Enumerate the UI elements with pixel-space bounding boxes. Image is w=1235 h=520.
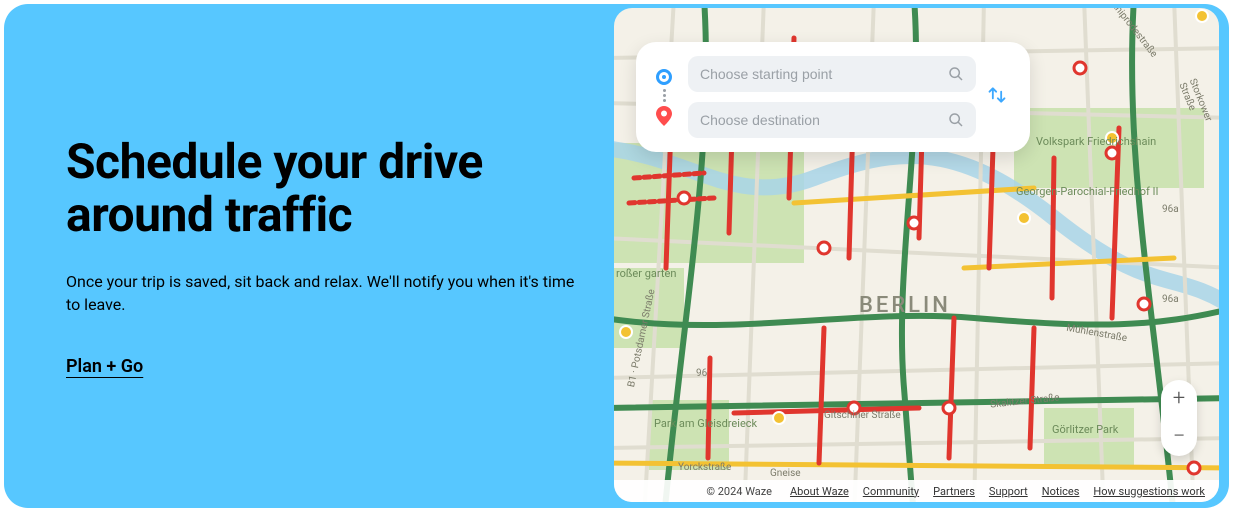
road-label-gneise: Gneise <box>770 468 801 479</box>
hero-heading: Schedule your drive around traffic <box>66 135 580 243</box>
hero-subheading: Once your trip is saved, sit back and re… <box>66 270 576 316</box>
start-field[interactable] <box>688 56 976 92</box>
start-point-icon <box>656 69 672 85</box>
hero-card: Schedule your drive around traffic Once … <box>4 4 1229 508</box>
map-attribution: © 2024 Waze About Waze Community Partner… <box>614 480 1219 502</box>
footer-link-support[interactable]: Support <box>989 485 1028 498</box>
park-label-gleisdreieck: Park am Gleisdreieck <box>654 418 757 430</box>
destination-input[interactable] <box>700 112 948 128</box>
road-label-96a-2: 96a <box>1162 294 1179 305</box>
park-label-georgen: Georgen-Parochial-Friedhof II <box>1016 186 1159 198</box>
map-panel[interactable]: BERLIN Volkspark Friedrichshain Georgen-… <box>614 8 1219 502</box>
route-fields <box>688 56 976 138</box>
destination-pin-icon <box>656 106 672 126</box>
start-input[interactable] <box>700 66 948 82</box>
footer-link-notices[interactable]: Notices <box>1042 485 1080 498</box>
park-label-tiergarten: roßer garten <box>616 268 676 280</box>
hero-text-pane: Schedule your drive around traffic Once … <box>4 4 614 508</box>
road-label-gitschiner: Gitschiner Straße <box>824 410 901 421</box>
road-label-96: 96 <box>696 368 707 379</box>
footer-link-partners[interactable]: Partners <box>933 485 975 498</box>
route-endpoint-icons <box>650 69 678 126</box>
route-connector-dots <box>663 89 666 102</box>
search-icon[interactable] <box>948 66 964 82</box>
search-icon[interactable] <box>948 112 964 128</box>
map-city-label: BERLIN <box>859 293 951 318</box>
route-search-panel <box>636 42 1030 152</box>
plan-go-link[interactable]: Plan + Go <box>66 356 143 377</box>
copyright-text: © 2024 Waze <box>706 485 772 498</box>
footer-link-about[interactable]: About Waze <box>790 485 849 498</box>
swap-endpoints-icon[interactable] <box>987 85 1007 109</box>
park-label-friedrichshain: Volkspark Friedrichshain <box>1036 136 1156 148</box>
footer-link-community[interactable]: Community <box>863 485 919 498</box>
zoom-in-button[interactable]: + <box>1173 382 1185 416</box>
destination-field[interactable] <box>688 102 976 138</box>
zoom-control: + − <box>1161 380 1197 456</box>
footer-link-suggestions[interactable]: How suggestions work <box>1093 485 1205 498</box>
zoom-out-button[interactable]: − <box>1173 420 1186 454</box>
road-label-96a-1: 96a <box>1162 204 1179 215</box>
road-label-yorck: Yorckstraße <box>678 462 731 473</box>
park-label-gorlitzer: Görlitzer Park <box>1052 424 1118 436</box>
